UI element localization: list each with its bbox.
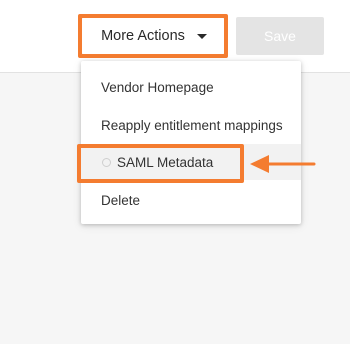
menu-item-reapply-entitlement-mappings[interactable]: Reapply entitlement mappings xyxy=(81,107,301,143)
menu-item-label: Delete xyxy=(101,192,141,208)
menu-item-vendor-homepage[interactable]: Vendor Homepage xyxy=(81,69,301,105)
caret-down-icon xyxy=(196,34,207,39)
menu-item-label: Reapply entitlement mappings xyxy=(101,117,283,133)
menu-item-delete[interactable]: Delete xyxy=(81,182,301,218)
menu-item-saml-metadata[interactable]: SAML Metadata xyxy=(81,144,301,180)
menu-item-label: SAML Metadata xyxy=(117,154,214,170)
save-label: Save xyxy=(264,28,296,44)
more-actions-button[interactable]: More Actions xyxy=(81,17,225,55)
more-actions-label: More Actions xyxy=(101,28,185,44)
loading-spinner-icon xyxy=(102,157,111,167)
save-button[interactable]: Save xyxy=(236,17,324,55)
menu-item-label: Vendor Homepage xyxy=(101,79,214,95)
more-actions-menu: Vendor Homepage Reapply entitlement mapp… xyxy=(81,61,301,224)
